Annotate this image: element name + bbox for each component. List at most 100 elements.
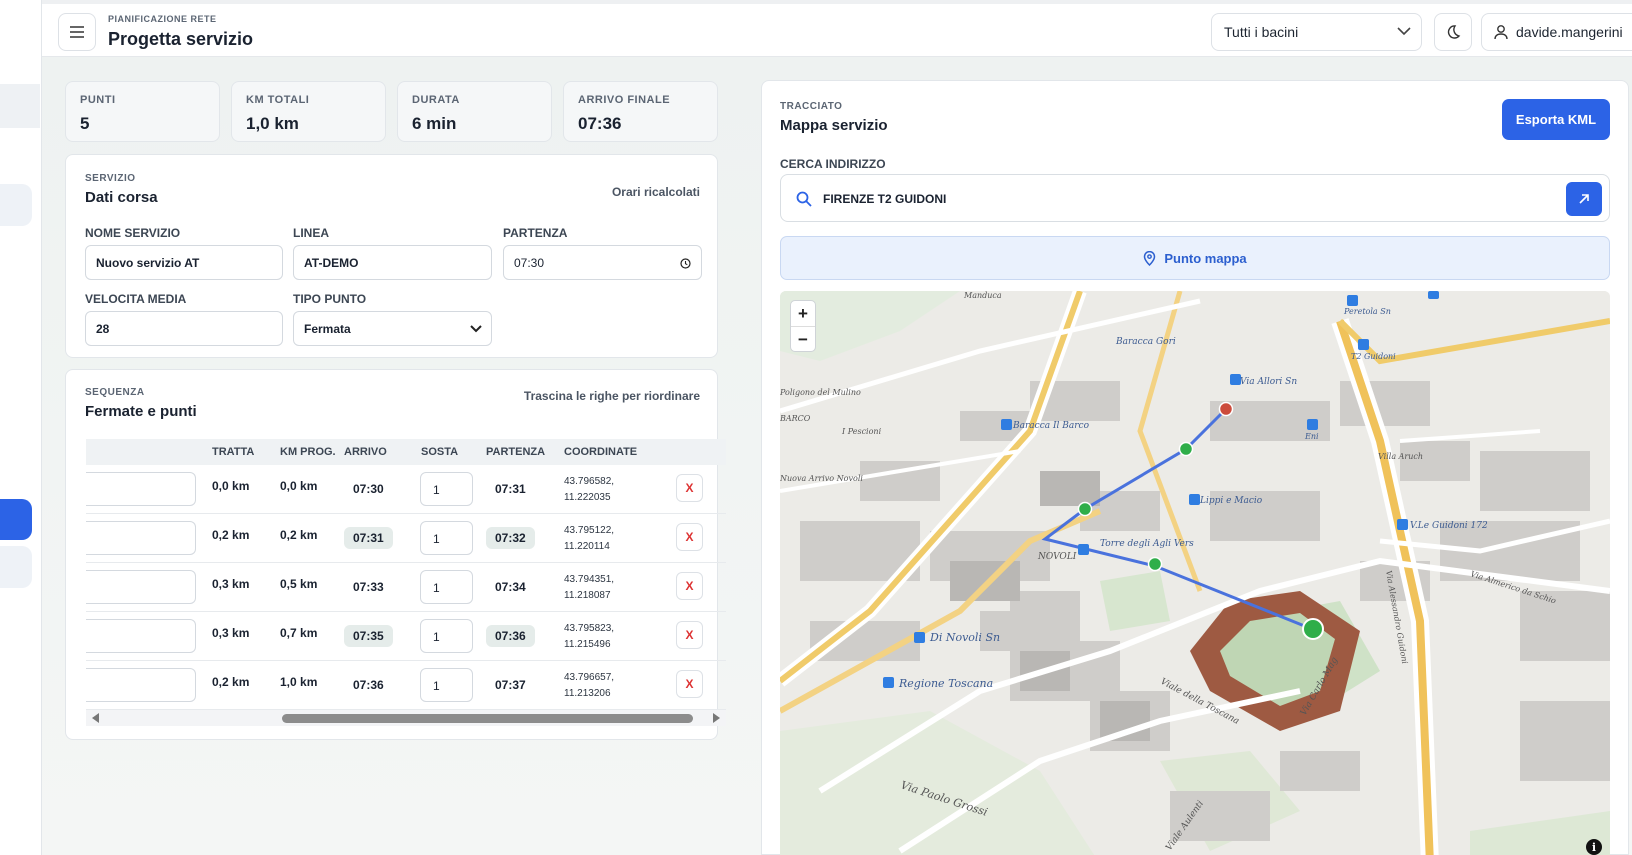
stat-duration: DURATA 6 min <box>397 81 552 142</box>
lat: 43.795823, <box>564 623 615 634</box>
svg-text:V.Le Guidoni 172: V.Le Guidoni 172 <box>1410 521 1488 531</box>
svg-text:Lippi e Macio: Lippi e Macio <box>1199 496 1263 506</box>
sosta-input[interactable]: 1 <box>420 668 473 702</box>
point-type-value: Fermata <box>304 322 351 336</box>
service-name-input[interactable]: Nuovo servizio AT <box>85 245 283 280</box>
attribution-info-icon[interactable]: i <box>1586 839 1602 855</box>
menu-button[interactable] <box>58 13 96 51</box>
delete-row-button[interactable]: X <box>676 621 703 649</box>
col-coordinate: COORDINATE <box>564 446 638 458</box>
section-eyebrow: TRACCIATO <box>780 101 843 112</box>
svg-text:Nuova Arrivo Novoli: Nuova Arrivo Novoli <box>780 474 863 483</box>
svg-text:Regione Toscana: Regione Toscana <box>898 677 993 690</box>
recalc-note: Orari ricalcolati <box>611 185 700 199</box>
svg-text:Poligono del Mulino: Poligono del Mulino <box>780 388 861 397</box>
map-view[interactable]: Manduca Peretola Sn Baracca Gori T2 Guid… <box>780 291 1610 855</box>
zoom-in-button[interactable]: + <box>791 301 815 327</box>
delete-row-button[interactable]: X <box>676 670 703 698</box>
delete-row-button[interactable]: X <box>676 474 703 502</box>
export-kml-button[interactable]: Esporta KML <box>1502 99 1610 140</box>
search-icon <box>796 191 812 207</box>
horizontal-scrollbar[interactable] <box>86 710 726 726</box>
stat-points: PUNTI 5 <box>65 81 220 142</box>
scroll-right-arrow-icon[interactable] <box>713 713 720 723</box>
map-point-label: Punto mappa <box>1164 250 1247 266</box>
delete-row-button[interactable]: X <box>676 523 703 551</box>
col-tratta: TRATTA <box>212 446 255 458</box>
svg-text:Baracca Gori: Baracca Gori <box>1115 337 1176 347</box>
point-type-select[interactable]: Fermata <box>293 311 492 346</box>
stat-value: 5 <box>80 114 90 133</box>
stat-label: ARRIVO FINALE <box>578 94 671 106</box>
tratta-cell: 0,3 km <box>212 577 250 591</box>
point-type-label: TIPO PUNTO <box>293 292 367 306</box>
speed-input[interactable]: 28 <box>85 311 283 346</box>
sosta-input[interactable]: 1 <box>420 521 473 555</box>
svg-text:Baracca Il Barco: Baracca Il Barco <box>1012 421 1090 431</box>
stop-name-input[interactable] <box>86 472 196 506</box>
delete-row-button[interactable]: X <box>676 572 703 600</box>
stop-name-input[interactable] <box>86 521 196 555</box>
departure-time-input[interactable]: 07:30 <box>503 245 702 280</box>
map-point-button[interactable]: Punto mappa <box>780 236 1610 280</box>
tratta-cell: 0,2 km <box>212 528 250 542</box>
line-input[interactable]: AT-DEMO <box>293 245 492 280</box>
svg-text:NOVOLI: NOVOLI <box>1037 552 1077 562</box>
section-title: Fermate e punti <box>85 403 197 420</box>
svg-text:I Pescioni: I Pescioni <box>841 427 882 436</box>
partenza-cell: 07:31 <box>495 482 526 496</box>
lon: 11.213206 <box>564 688 611 699</box>
sidebar-item-2[interactable] <box>0 546 32 588</box>
address-search-field[interactable]: FIRENZE T2 GUIDONI <box>780 174 1610 222</box>
col-partenza: PARTENZA <box>486 446 546 458</box>
moon-icon <box>1447 25 1461 39</box>
lat: 43.794351, <box>564 574 615 585</box>
stop-name-input[interactable] <box>86 619 196 653</box>
scroll-left-arrow-icon[interactable] <box>92 713 99 723</box>
arrivo-cell: 07:30 <box>353 482 384 496</box>
svg-text:T2 Guidoni: T2 Guidoni <box>1351 352 1396 361</box>
stop-name-input[interactable] <box>86 668 196 702</box>
clock-icon <box>680 258 691 269</box>
stat-value: 1,0 km <box>246 114 299 133</box>
coordinate-cell: 43.796657, 11.213206 <box>564 670 614 702</box>
reorder-note: Trascina le righe per riordinare <box>523 389 700 403</box>
stat-label: PUNTI <box>80 94 116 106</box>
sidebar-item-active[interactable] <box>0 499 32 540</box>
tratta-cell: 0,0 km <box>212 479 250 493</box>
table-row[interactable]: 0,0 km 0,0 km 07:30 1 07:31 43.796582, 11… <box>86 465 726 514</box>
sidebar-item-1[interactable] <box>0 184 32 226</box>
basin-select[interactable]: Tutti i bacini <box>1211 13 1422 51</box>
table-row[interactable]: 0,3 km 0,7 km 07:35 1 07:36 43.795823, 11… <box>86 612 726 661</box>
sidebar-item-active-bg[interactable] <box>0 84 40 128</box>
map-canvas[interactable]: Manduca Peretola Sn Baracca Gori T2 Guid… <box>780 291 1610 855</box>
departure-time-value: 07:30 <box>514 256 545 270</box>
stat-label: KM TOTALI <box>246 94 310 106</box>
map-zoom-control: + − <box>790 300 816 352</box>
partenza-cell: 07:32 <box>486 527 535 549</box>
sosta-input[interactable]: 1 <box>420 619 473 653</box>
table-row[interactable]: 0,2 km 1,0 km 07:36 1 07:37 43.796657, 11… <box>86 661 726 710</box>
app-root: PIANIFICAZIONE RETE Progetta servizio Tu… <box>0 0 1632 855</box>
km-cell: 0,7 km <box>280 626 318 640</box>
zoom-out-button[interactable]: − <box>791 327 815 353</box>
coordinate-cell: 43.796582, 11.222035 <box>564 474 614 506</box>
sosta-input[interactable]: 1 <box>420 570 473 604</box>
stop-name-input[interactable] <box>86 570 196 604</box>
svg-text:BARCO: BARCO <box>780 414 811 423</box>
hamburger-icon <box>70 26 84 38</box>
sequence-card: SEQUENZA Fermate e punti Trascina le rig… <box>65 369 726 740</box>
col-km: KM PROG. <box>280 446 336 458</box>
table-row[interactable]: 0,2 km 0,2 km 07:31 1 07:32 43.795122, 11… <box>86 514 726 563</box>
arrivo-cell: 07:33 <box>353 580 384 594</box>
partenza-cell: 07:34 <box>495 580 526 594</box>
page-title: Progetta servizio <box>108 29 254 49</box>
search-go-button[interactable] <box>1566 182 1602 216</box>
scrollbar-thumb[interactable] <box>282 714 693 723</box>
sosta-input[interactable]: 1 <box>420 472 473 506</box>
theme-toggle-button[interactable] <box>1434 13 1472 51</box>
page-eyebrow: PIANIFICAZIONE RETE <box>108 14 217 24</box>
user-menu-button[interactable]: davide.mangerini <box>1481 13 1632 51</box>
table-row[interactable]: 0,3 km 0,5 km 07:33 1 07:34 43.794351, 11… <box>86 563 726 612</box>
stat-km: KM TOTALI 1,0 km <box>231 81 386 142</box>
